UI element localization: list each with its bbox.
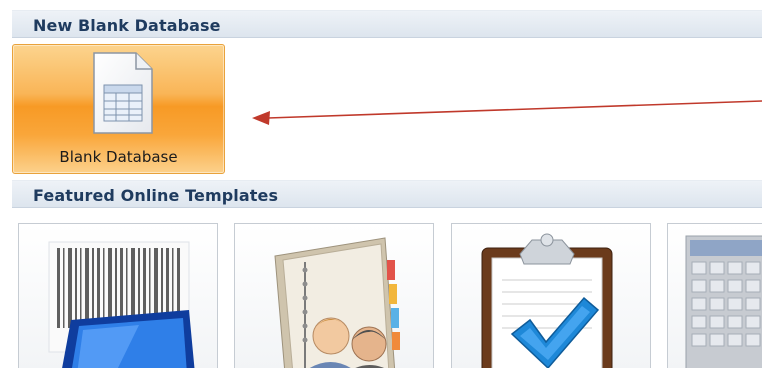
blank-database-label: Blank Database <box>59 148 178 166</box>
template-tile[interactable] <box>234 223 434 368</box>
clipboard-checkmark-icon <box>481 233 613 368</box>
barcode-monitor-icon <box>48 241 195 368</box>
blank-database-tile[interactable]: Blank Database <box>12 44 225 174</box>
template-tile[interactable] <box>667 223 762 368</box>
section-header-featured-online-templates: Featured Online Templates <box>12 180 762 208</box>
address-book-contacts-icon <box>274 237 400 368</box>
template-tile[interactable] <box>451 223 651 368</box>
template-tile[interactable] <box>18 223 218 368</box>
section-header-new-blank-database: New Blank Database <box>12 10 762 38</box>
access-getting-started-panel: New Blank Database Blank Database Featur… <box>0 0 762 368</box>
section-title: New Blank Database <box>33 16 221 35</box>
database-document-icon <box>93 52 153 134</box>
section-title: Featured Online Templates <box>33 186 279 205</box>
calendar-grid-icon <box>685 235 762 368</box>
